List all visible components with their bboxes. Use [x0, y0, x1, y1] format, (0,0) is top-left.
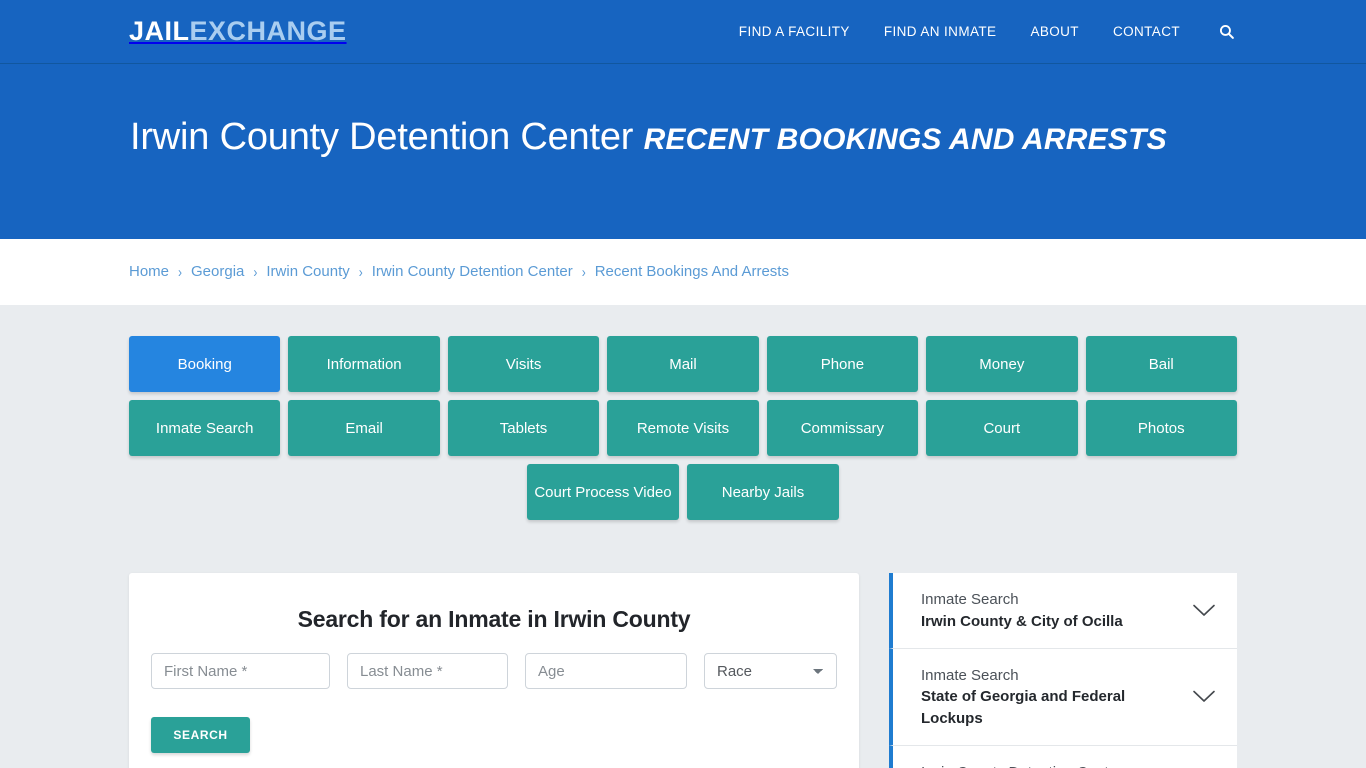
tab-visits[interactable]: Visits — [447, 336, 600, 392]
main-content: Booking Information Visits Mail Phone Mo… — [0, 305, 1366, 768]
accordion-text: Irwin County Detention Center Contact In… — [921, 762, 1122, 768]
chevron-right-icon: › — [358, 262, 363, 281]
search-submit-button[interactable]: SEARCH — [151, 717, 250, 753]
facility-tab-grid: Booking Information Visits Mail Phone Mo… — [129, 336, 1237, 520]
tab-money[interactable]: Money — [926, 336, 1078, 392]
chevron-down-icon — [1193, 690, 1215, 703]
logo-text-primary: JAIL — [129, 16, 190, 46]
tab-court[interactable]: Court — [926, 400, 1078, 456]
logo-text-secondary: EXCHANGE — [189, 16, 347, 46]
last-name-input[interactable] — [347, 653, 508, 689]
inmate-search-card: Search for an Inmate in Irwin County Rac… — [129, 573, 859, 768]
tab-mail[interactable]: Mail — [607, 336, 759, 392]
breadcrumb-item-home[interactable]: Home — [129, 263, 169, 280]
tab-information[interactable]: Information — [288, 336, 440, 392]
tab-bail[interactable]: Bail — [1085, 336, 1237, 392]
page-title: Irwin County Detention Center RECENT BOO… — [130, 108, 1236, 167]
breadcrumb-bar: Home › Georgia › Irwin County › Irwin Co… — [0, 239, 1366, 305]
accordion-line-1: Inmate Search — [921, 591, 1019, 609]
tab-booking[interactable]: Booking — [129, 336, 281, 392]
accordion-item-contact-information[interactable]: Irwin County Detention Center Contact In… — [889, 745, 1237, 768]
race-select[interactable]: Race — [704, 653, 837, 689]
nav-item-about[interactable]: ABOUT — [1030, 24, 1079, 39]
page-title-facility: Irwin County Detention Center — [130, 116, 634, 158]
content-split: Search for an Inmate in Irwin County Rac… — [129, 573, 1237, 768]
accordion-line-2: Irwin County & City of Ocilla — [921, 612, 1123, 630]
accordion-item-inmate-search-local[interactable]: Inmate Search Irwin County & City of Oci… — [889, 573, 1237, 649]
nav-search-button[interactable] — [1218, 23, 1235, 40]
tab-inmate-search[interactable]: Inmate Search — [129, 400, 281, 456]
page-banner: Irwin County Detention Center RECENT BOO… — [0, 64, 1366, 239]
breadcrumb-item-current: Recent Bookings And Arrests — [594, 263, 789, 280]
breadcrumb-item-detention-center[interactable]: Irwin County Detention Center — [372, 263, 573, 280]
chevron-right-icon: › — [581, 262, 586, 281]
tab-row-2: Inmate Search Email Tablets Remote Visit… — [129, 400, 1237, 456]
top-navigation-bar: JAILEXCHANGE FIND A FACILITY FIND AN INM… — [0, 0, 1366, 64]
breadcrumb-item-irwin-county[interactable]: Irwin County — [266, 263, 349, 280]
accordion-text: Inmate Search Irwin County & City of Oci… — [921, 589, 1123, 632]
tab-phone[interactable]: Phone — [766, 336, 919, 392]
site-logo[interactable]: JAILEXCHANGE — [129, 18, 347, 45]
nav-item-contact[interactable]: CONTACT — [1113, 24, 1180, 39]
chevron-down-icon — [1193, 604, 1215, 617]
nav-item-find-a-facility[interactable]: FIND A FACILITY — [739, 24, 850, 39]
first-name-input[interactable] — [151, 653, 330, 689]
tab-tablets[interactable]: Tablets — [447, 400, 600, 456]
sidebar-accordion: Inmate Search Irwin County & City of Oci… — [889, 573, 1237, 768]
age-input[interactable] — [525, 653, 687, 689]
tab-row-3: Court Process Video Nearby Jails — [129, 464, 1237, 520]
breadcrumb: Home › Georgia › Irwin County › Irwin Co… — [129, 262, 1237, 281]
chevron-right-icon: › — [253, 262, 258, 281]
accordion-line-1: Irwin County Detention Center — [921, 762, 1122, 768]
tab-court-process-video[interactable]: Court Process Video — [527, 464, 679, 520]
chevron-right-icon: › — [178, 262, 183, 281]
tab-commissary[interactable]: Commissary — [766, 400, 919, 456]
inmate-search-form: Race — [151, 653, 837, 689]
tab-row-1: Booking Information Visits Mail Phone Mo… — [129, 336, 1237, 392]
breadcrumb-item-georgia[interactable]: Georgia — [191, 263, 244, 280]
accordion-line-2: State of Georgia and Federal Lockups — [921, 688, 1126, 727]
accordion-text: Inmate Search State of Georgia and Feder… — [921, 665, 1181, 729]
accordion-item-inmate-search-state[interactable]: Inmate Search State of Georgia and Feder… — [889, 649, 1237, 746]
primary-nav: FIND A FACILITY FIND AN INMATE ABOUT CON… — [739, 23, 1235, 40]
nav-item-find-an-inmate[interactable]: FIND AN INMATE — [884, 24, 997, 39]
inmate-search-heading: Search for an Inmate in Irwin County — [297, 606, 691, 632]
tab-email[interactable]: Email — [288, 400, 440, 456]
tab-nearby-jails[interactable]: Nearby Jails — [687, 464, 839, 520]
tab-photos[interactable]: Photos — [1085, 400, 1237, 456]
accordion-line-1: Inmate Search — [921, 667, 1019, 684]
search-icon — [1219, 24, 1234, 39]
tab-remote-visits[interactable]: Remote Visits — [607, 400, 759, 456]
page-title-subtitle: RECENT BOOKINGS AND ARRESTS — [643, 123, 1167, 156]
